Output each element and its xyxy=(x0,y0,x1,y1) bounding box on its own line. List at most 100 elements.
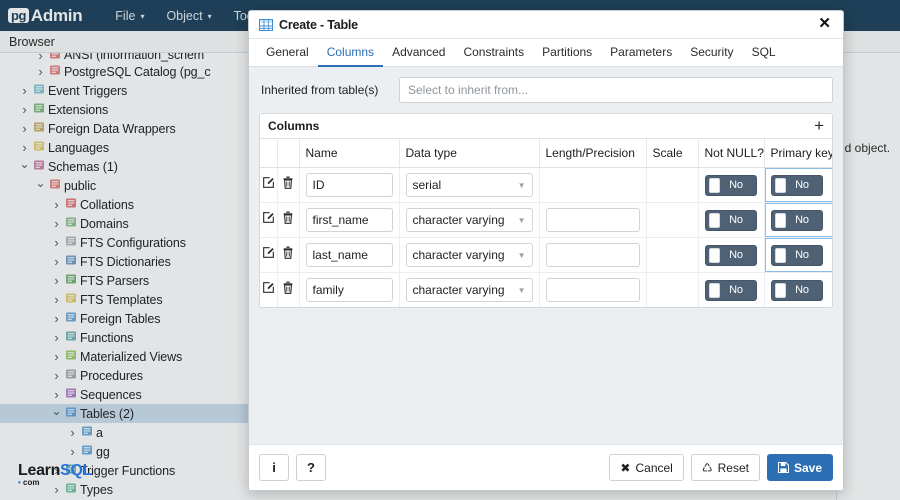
help-button[interactable]: ? xyxy=(296,454,326,481)
header-row: Name Data type Length/Precision Scale No… xyxy=(260,139,832,168)
reset-button[interactable]: ♺ Reset xyxy=(690,454,760,481)
toggle-label: No xyxy=(795,214,809,226)
toggle-label: No xyxy=(795,179,809,191)
table-row: first_name character varying ▼ No No xyxy=(260,202,832,238)
not-null-toggle[interactable]: No xyxy=(704,244,757,266)
row-name-cell: ID xyxy=(299,167,400,203)
col-header-length-precision: Length/Precision xyxy=(539,139,647,168)
row-delete-cell xyxy=(277,237,300,273)
row-scale-cell xyxy=(646,237,699,273)
row-scale-cell xyxy=(646,272,699,307)
length-precision-input[interactable] xyxy=(545,278,640,302)
tab-parameters[interactable]: Parameters xyxy=(601,39,681,67)
refresh-icon: ♺ xyxy=(701,460,713,475)
row-name-cell: first_name xyxy=(299,202,400,238)
help-button-label: ? xyxy=(307,460,315,475)
columns-panel-header: Columns + xyxy=(260,114,832,139)
tab-security[interactable]: Security xyxy=(681,39,742,67)
trash-icon[interactable] xyxy=(282,211,294,224)
tab-columns[interactable]: Columns xyxy=(317,39,384,67)
col-header-primary-key: Primary key? xyxy=(764,139,832,168)
col-header-name: Name xyxy=(299,139,400,168)
row-edit-cell xyxy=(260,167,278,203)
table-icon xyxy=(259,18,273,32)
plus-icon[interactable]: + xyxy=(814,117,824,136)
tab-label: Partitions xyxy=(542,45,593,59)
tab-sql[interactable]: SQL xyxy=(743,39,785,67)
dialog-title: Create - Table xyxy=(279,17,358,32)
primary-key-toggle[interactable]: No xyxy=(770,209,823,231)
column-name-input[interactable]: last_name xyxy=(305,243,393,267)
toggle-knob xyxy=(708,212,720,228)
trash-icon[interactable] xyxy=(282,281,294,294)
tab-label: Advanced xyxy=(392,45,446,59)
not-null-toggle[interactable]: No xyxy=(704,279,757,301)
row-scale-cell xyxy=(646,167,699,203)
toggle-label: No xyxy=(795,249,809,261)
tab-constraints[interactable]: Constraints xyxy=(454,39,533,67)
tab-label: Columns xyxy=(326,45,375,59)
tab-label: SQL xyxy=(751,45,776,59)
row-data-type-cell: serial ▼ xyxy=(399,167,540,203)
info-button-label: i xyxy=(272,460,276,475)
edit-icon[interactable] xyxy=(262,246,275,259)
column-name-input[interactable]: first_name xyxy=(305,208,393,232)
inherited-from-label: Inherited from table(s) xyxy=(261,83,379,97)
row-edit-cell xyxy=(260,202,278,238)
dialog-tabs[interactable]: General Columns Advanced Constraints Partiti… xyxy=(249,39,843,67)
length-precision-input[interactable] xyxy=(545,243,640,267)
column-name-input[interactable]: ID xyxy=(305,173,393,197)
row-data-type-cell: character varying ▼ xyxy=(399,237,540,273)
chevron-down-icon: ▼ xyxy=(517,285,526,295)
not-null-toggle[interactable]: No xyxy=(704,209,757,231)
primary-key-toggle[interactable]: No xyxy=(770,279,823,301)
row-delete-cell xyxy=(277,167,300,203)
trash-icon[interactable] xyxy=(282,176,294,189)
edit-icon[interactable] xyxy=(262,211,275,224)
table-row: last_name character varying ▼ No No xyxy=(260,237,832,273)
primary-key-toggle[interactable]: No xyxy=(770,174,823,196)
tab-label: General xyxy=(266,45,309,59)
tab-general[interactable]: General xyxy=(257,39,318,67)
tab-advanced[interactable]: Advanced xyxy=(383,39,454,67)
trash-icon[interactable] xyxy=(282,246,294,259)
info-button[interactable]: i xyxy=(259,454,289,481)
toggle-label: No xyxy=(729,214,743,226)
dialog-body: Inherited from table(s) Select to inheri… xyxy=(249,67,843,444)
table-row: ID serial ▼ No No xyxy=(260,167,832,203)
toggle-label: No xyxy=(729,249,743,261)
cancel-button[interactable]: ✖ Cancel xyxy=(609,454,684,481)
column-name-input[interactable]: family xyxy=(305,278,393,302)
inherited-from-select[interactable]: Select to inherit from... xyxy=(399,77,833,103)
tab-partitions[interactable]: Partitions xyxy=(533,39,601,67)
toggle-knob xyxy=(708,177,720,193)
columns-panel-title: Columns xyxy=(268,119,320,133)
table-row: family character varying ▼ No No xyxy=(260,272,832,307)
save-button-label: Save xyxy=(793,460,822,475)
columns-panel: Columns + Name Data type Length/Precisio… xyxy=(259,113,833,308)
columns-grid-header: Name Data type Length/Precision Scale No… xyxy=(260,139,832,168)
col-header-delete xyxy=(277,139,300,168)
row-primary-key-cell: No xyxy=(764,202,832,238)
data-type-select[interactable]: character varying ▼ xyxy=(405,208,533,232)
edit-icon[interactable] xyxy=(262,176,275,189)
toggle-label: No xyxy=(729,179,743,191)
save-button[interactable]: Save xyxy=(766,454,833,481)
edit-icon[interactable] xyxy=(262,281,275,294)
row-scale-cell xyxy=(646,202,699,238)
length-precision-input[interactable] xyxy=(545,208,640,232)
toggle-knob xyxy=(708,247,720,263)
toggle-knob xyxy=(774,247,786,263)
row-data-type-cell: character varying ▼ xyxy=(399,272,540,307)
close-icon[interactable]: ✕ xyxy=(816,14,833,35)
not-null-toggle[interactable]: No xyxy=(704,174,757,196)
data-type-select[interactable]: serial ▼ xyxy=(405,173,533,197)
data-type-value: character varying xyxy=(412,248,505,262)
inherited-from-placeholder: Select to inherit from... xyxy=(408,83,529,97)
chevron-down-icon: ▼ xyxy=(517,180,526,190)
primary-key-toggle[interactable]: No xyxy=(770,244,823,266)
chevron-down-icon: ▼ xyxy=(517,250,526,260)
data-type-value: character varying xyxy=(412,213,505,227)
data-type-select[interactable]: character varying ▼ xyxy=(405,278,533,302)
data-type-select[interactable]: character varying ▼ xyxy=(405,243,533,267)
